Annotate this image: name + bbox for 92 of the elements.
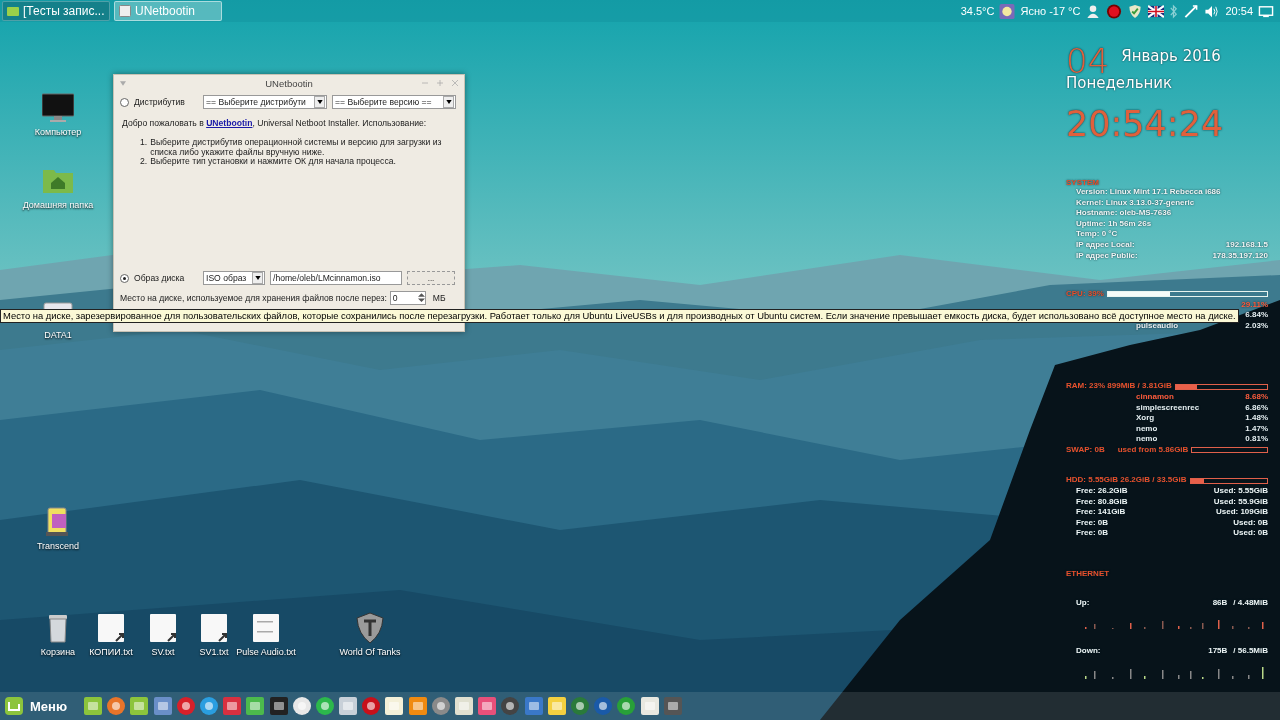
temperature-reading: 34.5°C	[960, 5, 995, 17]
text-file-icon[interactable]	[147, 612, 179, 644]
text-file-icon[interactable]	[198, 612, 230, 644]
step-text: Выберите дистрибутив операционной системы и версию для загрузки из списка либо укажите файлы вручную ниже.	[150, 138, 443, 157]
process-usage: 2.03%	[1245, 320, 1268, 332]
system-info: Hostname: oleb-MS-7636	[1076, 208, 1172, 219]
process-usage: 1.47%	[1245, 423, 1268, 435]
section-heading: SWAP: 0B	[1066, 444, 1105, 456]
desktop-icon-label[interactable]: Корзина	[40, 647, 76, 657]
weather-reading: Ясно -17 °C	[1020, 5, 1081, 17]
text-file-icon[interactable]	[250, 612, 282, 644]
system-info: IP адрес Public:	[1076, 250, 1138, 262]
section-heading: SYSTEM	[1066, 178, 1100, 187]
download-label: Down:	[1076, 646, 1101, 658]
section-heading: CPU: 39%	[1066, 289, 1104, 300]
app-window-icon	[119, 5, 131, 17]
version-dropdown[interactable]: == Выберите версию ==	[332, 95, 456, 109]
radio-label[interactable]: Дистрибутив	[134, 97, 185, 107]
process-name: simplescreenrec	[1136, 402, 1200, 414]
system-value: 178.35.197.120	[1212, 250, 1268, 262]
process-usage: 8.68%	[1245, 391, 1268, 403]
system-value: 192.168.1.5	[1225, 239, 1268, 251]
welcome-text: Добро пожаловать в UNetbootin, Universal Netboot Installer. Использование:	[122, 118, 428, 128]
swap-detail: used from 5.86GiB	[1117, 444, 1189, 456]
used-space: Used: 0B	[1233, 528, 1268, 539]
monitor-icon[interactable]	[42, 92, 74, 124]
used-space: Used: 5.55GiB	[1213, 485, 1268, 497]
process-name: pulseaudio	[1136, 320, 1179, 332]
download-total: / 56.5MiB	[1233, 646, 1268, 658]
step-text: Выберите тип установки и нажмите ОК для начала процесса.	[150, 157, 397, 167]
free-space: Free: 26.2GiB	[1076, 485, 1128, 497]
volume-icon[interactable]	[1204, 3, 1221, 19]
system-info: Temp: 0 °C	[1076, 229, 1118, 240]
step-number: 1.	[140, 138, 148, 149]
free-space: Free: 80.8GiB	[1076, 496, 1128, 508]
free-space: Free: 0B	[1076, 528, 1108, 539]
screen-icon[interactable]	[1258, 3, 1274, 19]
free-space: Free: 0B	[1076, 517, 1108, 529]
taskbar-window-button[interactable]: [Тесты запис...	[2, 1, 110, 21]
radio-button[interactable]	[120, 273, 129, 283]
process-usage: 6.86%	[1245, 402, 1268, 414]
space-label: Место на диске, используемое для хранения файлов после перез:	[120, 293, 387, 303]
system-info: Uptime: 1h 56m 26s	[1076, 218, 1152, 230]
image-type-dropdown[interactable]: ISO образ	[203, 271, 265, 285]
space-spinbox[interactable]: 0	[389, 291, 426, 305]
flag-icon[interactable]	[1148, 3, 1165, 19]
system-info: Version: Linux Mint 17.1 Rebecca i686	[1076, 187, 1221, 198]
process-name: cinnamon	[1136, 391, 1174, 403]
upload-rate: 86B	[1212, 597, 1228, 609]
system-info: Kernel: Linux 3.13.0-37-generic	[1076, 197, 1195, 209]
upload-total: / 4.48MiB	[1233, 597, 1268, 609]
unit-label: МБ	[432, 293, 446, 303]
used-space: Used: 0B	[1233, 517, 1268, 529]
desktop-icon-label[interactable]: DATA1	[44, 330, 72, 340]
weekday: Понедельник	[1066, 74, 1174, 92]
radio-button[interactable]	[120, 97, 129, 107]
desktop-icon-label[interactable]: World Of Tanks	[339, 647, 401, 657]
process-usage: 29.11%	[1241, 299, 1268, 311]
desktop-icon-label[interactable]: SV.txt	[151, 647, 175, 657]
clock-time: 20:54:24	[1066, 104, 1225, 144]
upload-label: Up:	[1076, 597, 1090, 609]
process-usage: 1.48%	[1245, 413, 1268, 424]
system-info: IP адрес Local:	[1076, 239, 1135, 251]
download-rate: 175B	[1208, 646, 1228, 658]
step-number: 2.	[140, 157, 148, 167]
month-year: Январь 2016	[1121, 47, 1221, 65]
section-heading: ETHERNET	[1066, 568, 1111, 578]
section-heading: RAM: 23% 899MiB / 3.81GiB	[1066, 381, 1172, 392]
radio-label[interactable]: Образ диска	[134, 273, 185, 283]
spin-arrows-icon[interactable]	[417, 292, 425, 302]
desktop-icon-label[interactable]: SV1.txt	[199, 647, 229, 657]
desktop-icon-label[interactable]: КОПИИ.txt	[89, 647, 133, 657]
text-file-icon[interactable]	[95, 612, 127, 644]
desktop-icon-label[interactable]: Pulse Audio.txt	[236, 647, 296, 657]
desktop-icon-label[interactable]: Transcend	[36, 541, 80, 551]
process-usage: 0.81%	[1245, 434, 1268, 445]
process-name: nemo	[1136, 423, 1158, 435]
window-title: UNetbootin	[264, 77, 314, 89]
free-space: Free: 141GiB	[1076, 507, 1126, 518]
used-space: Used: 109GiB	[1215, 507, 1268, 518]
menu-button[interactable]: Меню	[4, 696, 71, 716]
used-space: Used: 55.9GiB	[1213, 496, 1268, 508]
record-icon[interactable]	[1106, 3, 1123, 19]
process-usage: 6.84%	[1245, 310, 1268, 321]
section-heading: HDD: 5.55GiB 26.2GiB / 33.5GiB	[1066, 475, 1187, 486]
tooltip: Место на диске, зарезервированное для пользовательских файлов, которые сохранились после перезагрузки. Работает только для Ubuntu LiveUSBs и для производных от Ubuntu систем. Если значение превышает емкость диска, будет использовано всё доступное место на диске.	[0, 309, 1239, 323]
distribution-dropdown[interactable]: == Выберите дистрибути	[203, 95, 327, 109]
process-name: nemo	[1136, 434, 1158, 445]
browse-button[interactable]: ...	[407, 271, 455, 285]
shield-icon[interactable]	[354, 612, 386, 644]
path-field[interactable]: /home/oleb/LMcinnamon.iso	[270, 271, 402, 285]
process-name: Xorg	[1136, 413, 1155, 424]
